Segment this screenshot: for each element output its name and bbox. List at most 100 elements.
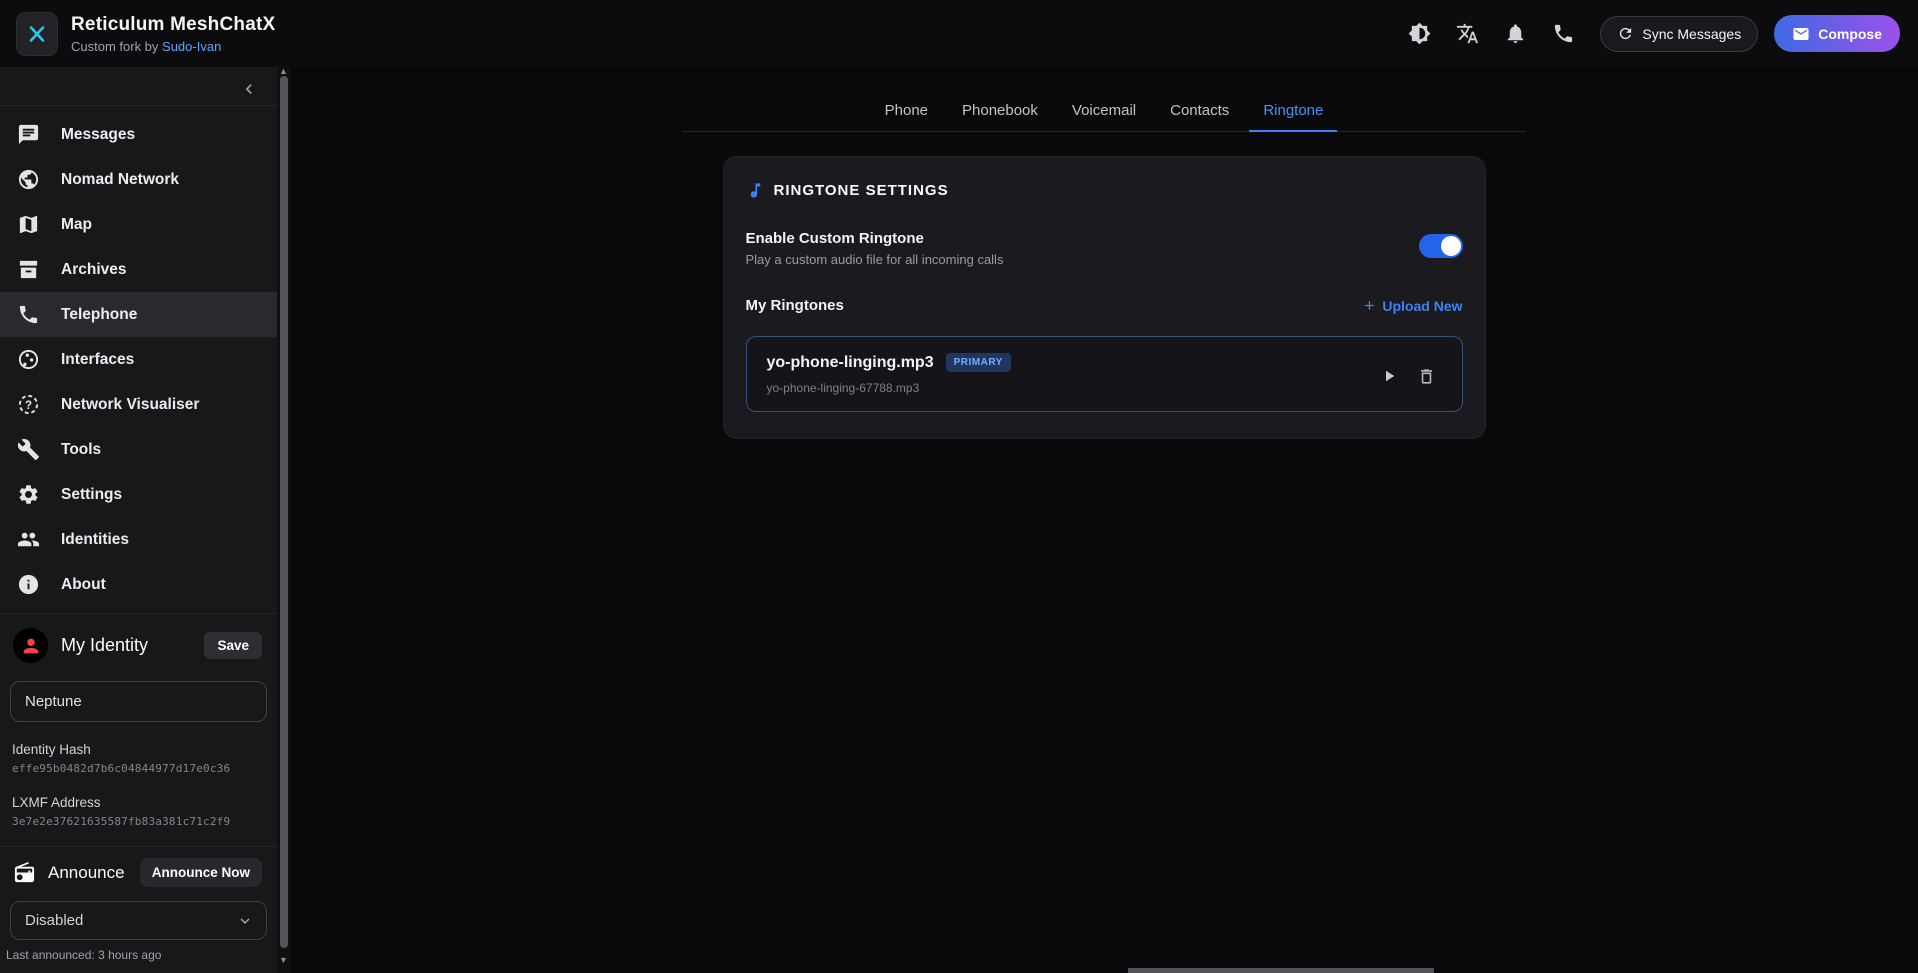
play-ringtone-button[interactable] — [1376, 363, 1402, 389]
identity-name-input[interactable] — [10, 681, 267, 722]
brightness-icon[interactable] — [1400, 15, 1438, 53]
enable-custom-ringtone-row: Enable Custom Ringtone Play a custom aud… — [746, 230, 1463, 267]
sidebar-item-label: Network Visualiser — [61, 396, 199, 414]
phone-icon[interactable] — [1544, 15, 1582, 53]
chevron-left-icon — [239, 79, 259, 99]
save-button[interactable]: Save — [204, 632, 262, 659]
info-icon — [17, 573, 40, 596]
sidebar-item-label: About — [61, 576, 106, 594]
chevron-down-icon — [236, 912, 254, 930]
radio-icon — [13, 861, 36, 884]
telephone-icon — [17, 303, 40, 326]
sidebar: Messages Nomad Network Map Archives Tele… — [0, 67, 277, 973]
sidebar-item-tools[interactable]: Tools — [0, 427, 277, 472]
sidebar-item-telephone[interactable]: Telephone — [0, 292, 277, 337]
lxmf-address-label: LXMF Address — [6, 795, 263, 810]
collapse-sidebar-button[interactable] — [235, 75, 263, 103]
sidebar-item-archives[interactable]: Archives — [0, 247, 277, 292]
translate-icon[interactable] — [1448, 15, 1486, 53]
gear-icon — [17, 483, 40, 506]
people-icon — [17, 528, 40, 551]
identity-hash-label: Identity Hash — [6, 742, 263, 757]
music-note-icon — [746, 181, 765, 200]
card-header: RINGTONE SETTINGS — [746, 181, 1463, 200]
app-title: Reticulum MeshChatX — [71, 14, 275, 36]
card-header-title: RINGTONE SETTINGS — [774, 182, 949, 199]
sync-messages-button[interactable]: Sync Messages — [1600, 16, 1758, 52]
interfaces-icon — [17, 348, 40, 371]
app-brand: Reticulum MeshChatX Custom fork by Sudo-… — [16, 12, 275, 56]
compose-button[interactable]: Compose — [1774, 15, 1900, 52]
enable-custom-ringtone-toggle[interactable] — [1419, 234, 1463, 258]
my-identity-title: My Identity — [61, 635, 148, 656]
tab-voicemail[interactable]: Voicemail — [1058, 95, 1150, 132]
upload-new-button[interactable]: Upload New — [1362, 298, 1462, 314]
topbar-actions: Sync Messages Compose — [1400, 15, 1900, 53]
enable-custom-ringtone-subtitle: Play a custom audio file for all incomin… — [746, 252, 1004, 267]
my-identity-section: My Identity Save — [0, 614, 277, 675]
map-icon — [17, 213, 40, 236]
ringtone-name: yo-phone-linging.mp3 — [767, 354, 934, 372]
announce-interval-value: Disabled — [25, 912, 83, 929]
horizontal-scrollbar-thumb[interactable] — [1128, 968, 1434, 973]
sidebar-collapse-row — [0, 67, 277, 105]
sidebar-item-map[interactable]: Map — [0, 202, 277, 247]
network-visualiser-icon: ? — [17, 393, 40, 416]
my-ringtones-header: My Ringtones Upload New — [746, 297, 1463, 314]
subtitle-author-link[interactable]: Sudo-Ivan — [162, 39, 221, 54]
my-ringtones-title: My Ringtones — [746, 297, 844, 314]
lxmf-address-block: LXMF Address 3e7e2e37621635587fb83a381c7… — [0, 775, 277, 828]
sidebar-item-label: Identities — [61, 531, 129, 549]
envelope-icon — [1792, 25, 1810, 43]
tab-contacts[interactable]: Contacts — [1156, 95, 1243, 132]
sidebar-item-about[interactable]: About — [0, 562, 277, 607]
sidebar-item-settings[interactable]: Settings — [0, 472, 277, 517]
upload-new-label: Upload New — [1382, 298, 1462, 314]
ringtone-list-item[interactable]: yo-phone-linging.mp3 PRIMARY yo-phone-li… — [746, 336, 1463, 412]
ringtone-name-row: yo-phone-linging.mp3 PRIMARY — [767, 353, 1442, 372]
sidebar-item-identities[interactable]: Identities — [0, 517, 277, 562]
sidebar-scrollbar: ▲ ▼ — [277, 67, 290, 973]
sidebar-item-messages[interactable]: Messages — [0, 112, 277, 157]
sidebar-item-interfaces[interactable]: Interfaces — [0, 337, 277, 382]
tab-phone[interactable]: Phone — [871, 95, 942, 132]
app-subtitle-text: Custom fork by — [71, 39, 162, 54]
app-window: Reticulum MeshChatX Custom fork by Sudo-… — [0, 0, 1918, 973]
tab-ringtone[interactable]: Ringtone — [1249, 95, 1337, 132]
sidebar-item-network-visualiser[interactable]: ? Network Visualiser — [0, 382, 277, 427]
notifications-icon[interactable] — [1496, 15, 1534, 53]
sidebar-item-nomad-network[interactable]: Nomad Network — [0, 157, 277, 202]
announce-title: Announce — [48, 863, 125, 883]
messages-icon — [17, 123, 40, 146]
announce-now-button[interactable]: Announce Now — [140, 858, 262, 887]
sidebar-item-label: Map — [61, 216, 92, 234]
sidebar-item-label: Settings — [61, 486, 122, 504]
sidebar-item-label: Messages — [61, 126, 135, 144]
sync-messages-label: Sync Messages — [1642, 26, 1741, 42]
sidebar-item-label: Archives — [61, 261, 126, 279]
last-announced-text: Last announced: 3 hours ago — [0, 940, 277, 962]
ringtone-settings-card: RINGTONE SETTINGS Enable Custom Ringtone… — [723, 156, 1486, 439]
announce-interval-select[interactable]: Disabled — [10, 901, 267, 940]
svg-text:?: ? — [25, 400, 32, 412]
sidebar-nav: Messages Nomad Network Map Archives Tele… — [0, 106, 277, 613]
scroll-up-arrow[interactable]: ▲ — [279, 67, 288, 76]
sidebar-item-label: Interfaces — [61, 351, 134, 369]
tab-phonebook[interactable]: Phonebook — [948, 95, 1052, 132]
enable-custom-ringtone-texts: Enable Custom Ringtone Play a custom aud… — [746, 230, 1004, 267]
topbar: Reticulum MeshChatX Custom fork by Sudo-… — [0, 0, 1918, 67]
ringtone-filename: yo-phone-linging-67788.mp3 — [767, 381, 1442, 395]
plus-icon — [1362, 298, 1377, 313]
toggle-knob — [1441, 236, 1461, 256]
delete-ringtone-button[interactable] — [1414, 363, 1440, 389]
identity-hash-value: effe95b0482d7b6c04844977d17e0c36 — [6, 762, 263, 775]
sidebar-item-label: Telephone — [61, 306, 137, 324]
telephone-tabs: Phone Phonebook Voicemail Contacts Ringt… — [682, 95, 1526, 132]
person-icon — [20, 635, 42, 657]
sync-icon — [1617, 25, 1634, 42]
lxmf-address-value: 3e7e2e37621635587fb83a381c71c2f9 — [6, 815, 263, 828]
app-titles: Reticulum MeshChatX Custom fork by Sudo-… — [71, 14, 275, 54]
identity-hash-block: Identity Hash effe95b0482d7b6c04844977d1… — [0, 722, 277, 775]
sidebar-scrollbar-thumb[interactable] — [280, 76, 288, 948]
scroll-down-arrow[interactable]: ▼ — [279, 956, 288, 965]
